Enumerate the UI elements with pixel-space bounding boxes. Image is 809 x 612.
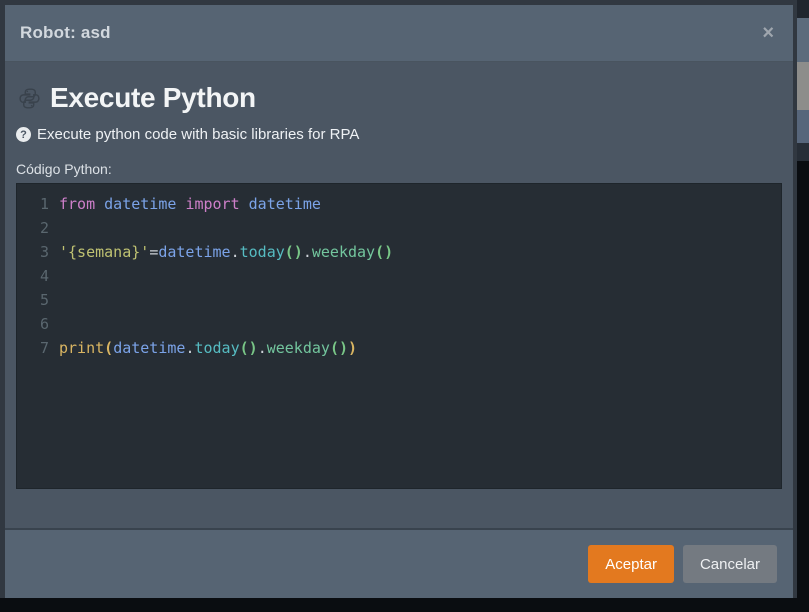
modal-body: Execute Python ? Execute python code wit… — [5, 62, 793, 528]
code-line: 3'{semana}'=datetime.today().weekday() — [17, 240, 781, 264]
code-editor-label: Código Python: — [16, 161, 782, 177]
code-line: 5 — [17, 288, 781, 312]
modal-header: Robot: asd × — [5, 5, 793, 62]
page-background-edge — [797, 161, 809, 612]
page-topbar-edge — [797, 0, 809, 18]
line-number: 4 — [17, 264, 59, 288]
panel-description-row: ? Execute python code with basic librari… — [16, 126, 782, 143]
code-line: 6 — [17, 312, 781, 336]
python-logo-icon — [18, 87, 41, 110]
robot-modal: Robot: asd × Execute Python ? Execute py… — [0, 0, 797, 598]
page-right-rail — [797, 0, 809, 612]
line-number: 3 — [17, 240, 59, 264]
line-number: 6 — [17, 312, 59, 336]
modal-footer: Aceptar Cancelar — [5, 528, 793, 598]
cancel-button[interactable]: Cancelar — [683, 545, 777, 583]
panel-description: Execute python code with basic libraries… — [37, 126, 359, 143]
page-scrollbar-track[interactable] — [797, 110, 809, 143]
page-scrollbar-track[interactable] — [797, 18, 809, 62]
panel-heading-row: Execute Python — [16, 82, 782, 114]
help-circle-icon: ? — [16, 127, 31, 142]
code-line: 1from datetime import datetime — [17, 192, 781, 216]
code-line: 7print(datetime.today().weekday()) — [17, 336, 781, 360]
line-number: 5 — [17, 288, 59, 312]
close-icon[interactable]: × — [758, 21, 778, 45]
page-content-edge — [797, 143, 809, 161]
code-lines: 1from datetime import datetime23'{semana… — [17, 192, 781, 360]
page-background: Robot: asd × Execute Python ? Execute py… — [0, 0, 809, 612]
line-number: 2 — [17, 216, 59, 240]
line-number: 1 — [17, 192, 59, 216]
code-line: 4 — [17, 264, 781, 288]
code-line: 2 — [17, 216, 781, 240]
line-number: 7 — [17, 336, 59, 360]
modal-title: Robot: asd — [20, 23, 111, 43]
accept-button[interactable]: Aceptar — [588, 545, 674, 583]
code-editor[interactable]: 1from datetime import datetime23'{semana… — [16, 183, 782, 489]
page-scrollbar-thumb[interactable] — [797, 62, 809, 110]
panel-title: Execute Python — [50, 82, 256, 114]
